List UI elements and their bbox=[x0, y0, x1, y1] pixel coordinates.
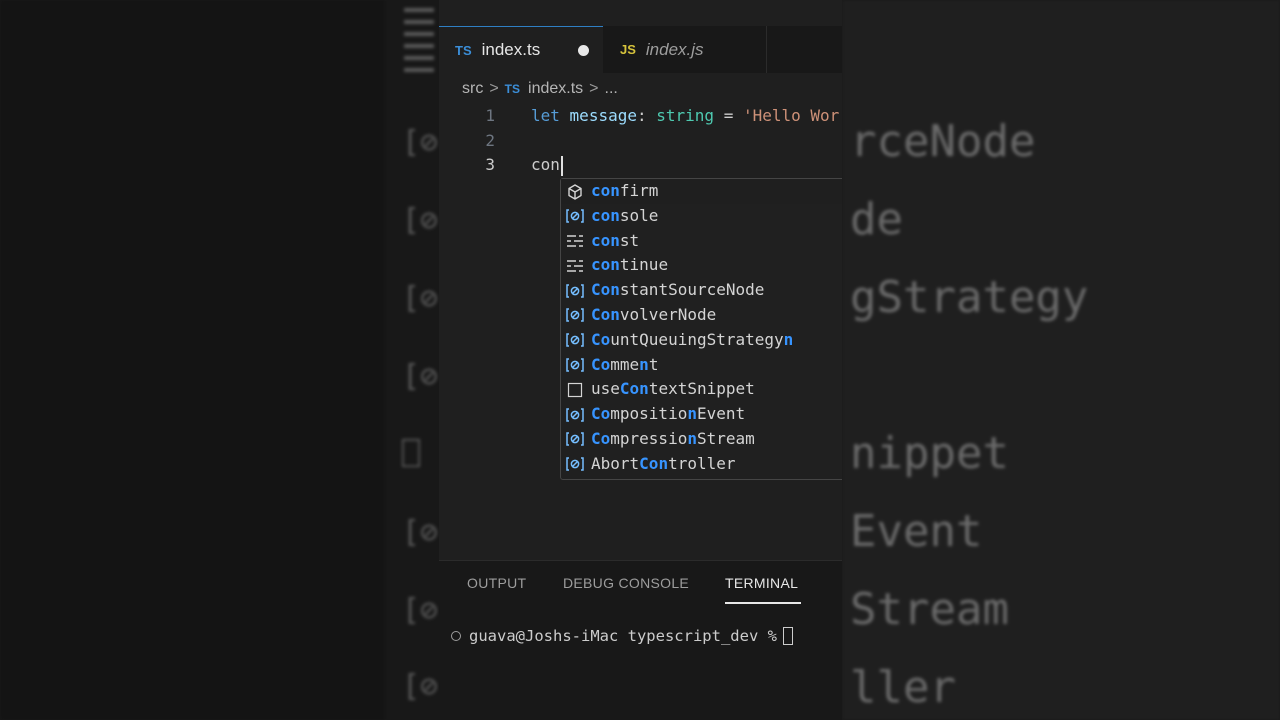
background-word: de bbox=[850, 194, 903, 245]
terminal[interactable]: guava@Joshs-iMac typescript_dev % bbox=[451, 627, 793, 645]
typescript-file-icon: TS bbox=[504, 82, 521, 96]
suggestion-item[interactable]: ConvolverNode bbox=[561, 303, 842, 328]
background-variable-icon: [⊘ bbox=[402, 125, 439, 160]
background-word: Stream bbox=[850, 584, 1009, 635]
variable-icon bbox=[565, 455, 585, 474]
variable-icon bbox=[565, 331, 585, 350]
code-line: 1 let message: string = 'Hello Wor bbox=[439, 104, 842, 129]
suggestion-item[interactable]: AbortController bbox=[561, 452, 842, 477]
line-number: 3 bbox=[485, 155, 495, 174]
suggestion-label: useContextSnippet bbox=[591, 379, 755, 399]
variable-icon bbox=[565, 356, 585, 375]
background-variable-icon: [⊘ bbox=[402, 359, 439, 394]
background-word: Event bbox=[850, 506, 983, 557]
variable-icon bbox=[565, 405, 585, 424]
background-word: rceNode bbox=[850, 116, 1036, 167]
tab-index-js[interactable]: JS index.js bbox=[604, 26, 767, 73]
javascript-file-icon: JS bbox=[620, 42, 636, 57]
suggestion-item[interactable]: useContextSnippet bbox=[561, 377, 842, 402]
keyword-icon bbox=[565, 232, 585, 251]
code-line: 2 bbox=[439, 129, 842, 154]
variable-icon bbox=[565, 281, 585, 300]
background-variable-icon: [⊘ bbox=[402, 203, 439, 238]
suggestion-label: const bbox=[591, 230, 640, 250]
background-variable-icon: [⊘ bbox=[402, 669, 439, 704]
tab-terminal[interactable]: TERMINAL bbox=[725, 575, 798, 591]
suggestion-item[interactable]: const bbox=[561, 229, 842, 254]
breadcrumb-separator: > bbox=[589, 80, 599, 97]
line-number: 2 bbox=[485, 130, 495, 150]
tab-label: index.ts bbox=[481, 40, 541, 59]
suggestion-item[interactable]: CompressionStream bbox=[561, 427, 842, 452]
suggestion-label: AbortController bbox=[591, 453, 736, 473]
suggestion-label: continue bbox=[591, 255, 669, 275]
background-menu-icon bbox=[404, 8, 434, 80]
suggestion-label: CountQueuingStrategyn bbox=[591, 329, 794, 349]
suggestion-item[interactable]: CountQueuingStrategyn bbox=[561, 328, 842, 353]
active-tab-indicator bbox=[725, 602, 801, 604]
suggestion-label: console bbox=[591, 205, 659, 225]
tab-output[interactable]: OUTPUT bbox=[467, 575, 526, 591]
suggestion-label: ConvolverNode bbox=[591, 304, 717, 324]
suggestion-label: CompressionStream bbox=[591, 428, 755, 448]
suggestion-label: Comment bbox=[591, 354, 659, 374]
keyword-icon bbox=[565, 256, 585, 275]
suggestion-label: ConstantSourceNode bbox=[591, 280, 765, 300]
tab-index-ts[interactable]: TS index.ts bbox=[439, 26, 603, 73]
terminal-prompt: guava@Joshs-iMac typescript_dev % bbox=[469, 627, 777, 645]
code-line: 3 con bbox=[439, 153, 842, 178]
suggestion-item[interactable]: continue bbox=[561, 253, 842, 278]
background-variable-icon: [⊘ bbox=[402, 593, 439, 628]
suggestion-item[interactable]: CompositionEvent bbox=[561, 402, 842, 427]
suggestion-item[interactable]: console bbox=[561, 204, 842, 229]
suggestion-item[interactable]: Comment bbox=[561, 353, 842, 378]
code-editor[interactable]: 1 let message: string = 'Hello Wor 2 3 c… bbox=[439, 104, 842, 178]
breadcrumb-file[interactable]: index.ts bbox=[528, 80, 583, 98]
suggestion-label: CompositionEvent bbox=[591, 404, 746, 424]
suggestion-label: confirm bbox=[591, 181, 659, 200]
tab-label: index.js bbox=[645, 39, 704, 59]
tab-bar: TS index.ts JS index.js bbox=[439, 26, 842, 73]
background-word: ller bbox=[850, 662, 956, 713]
breadcrumb: src > TS index.ts > ... bbox=[462, 78, 618, 100]
variable-icon bbox=[565, 430, 585, 449]
variable-icon bbox=[565, 306, 585, 325]
typescript-file-icon: TS bbox=[455, 42, 472, 58]
background-variable-icon: [⊘ bbox=[402, 515, 439, 550]
breadcrumb-separator: > bbox=[489, 80, 499, 97]
background-variable-icon: [⊘ bbox=[402, 281, 439, 316]
suggestion-item[interactable]: confirm bbox=[561, 179, 842, 204]
line-content: con bbox=[531, 153, 563, 178]
snippet-icon bbox=[565, 380, 585, 399]
breadcrumb-more[interactable]: ... bbox=[605, 80, 618, 98]
background-word: nippet bbox=[850, 428, 1009, 479]
editor-window: TS index.ts JS index.js src > TS index.t… bbox=[439, 0, 842, 720]
tab-debug-console[interactable]: DEBUG CONSOLE bbox=[563, 575, 689, 591]
unsaved-dot-icon[interactable] bbox=[578, 44, 589, 56]
prompt-status-icon bbox=[451, 631, 461, 641]
typed-text: con bbox=[531, 155, 560, 174]
method-icon bbox=[565, 182, 585, 201]
variable-icon bbox=[565, 207, 585, 226]
background-word: gStrategy bbox=[850, 272, 1089, 323]
text-cursor bbox=[560, 155, 563, 176]
line-content: let message: string = 'Hello Wor bbox=[531, 106, 840, 125]
background-left-panel bbox=[0, 0, 385, 720]
line-number: 1 bbox=[485, 106, 495, 125]
suggestion-item[interactable]: ConstantSourceNode bbox=[561, 278, 842, 303]
bottom-panel: OUTPUT DEBUG CONSOLE TERMINAL guava@Josh… bbox=[439, 560, 842, 720]
breadcrumb-folder[interactable]: src bbox=[462, 80, 483, 98]
background-snippet-icon: ⎕ bbox=[402, 437, 421, 472]
suggestion-widget[interactable]: confirm console const continue ConstantSourc… bbox=[560, 178, 842, 480]
terminal-cursor bbox=[782, 627, 793, 645]
